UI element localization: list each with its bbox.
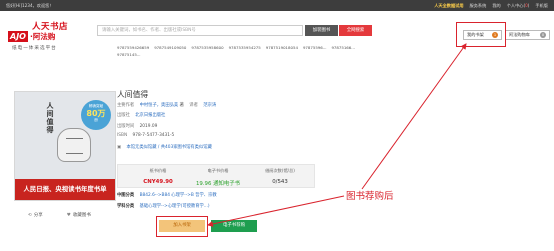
isbn-value: 978-7-5477-3431-5 [132,133,175,138]
share-button[interactable]: ⟲ 分享 [28,212,43,218]
cover-title: 人间值得 [46,102,54,134]
subject-value[interactable]: 基础心理学-->心理学(可授教育学...) [140,204,210,209]
annotation-highlight-add [156,216,208,237]
ebook-recommend-button[interactable]: 电子书荐购 [211,220,257,232]
publisher-link[interactable]: 北京日报出版社 [135,113,165,118]
author-row: 主要作者 中村恒子，奥田弘美 著 译者 范宗涛 [117,103,217,108]
holdings-row[interactable]: ▣ 本馆无类似馆藏 / 共403家图书馆有类似馆藏 [117,144,212,150]
logo-brand: AJO ·阿法购 [8,31,55,42]
trial-link[interactable]: 人天全数据试用 [434,0,463,11]
isbn-history-list: 9787559426659 9787549109050 9787535958600 9… [117,45,383,58]
cover-illustration [57,128,91,162]
mobile-link[interactable]: 手机版 [535,0,548,11]
search-box [97,25,303,36]
classification-row: 中图分类 B842.6-->B84 心理学-->B 哲学、宗教 [117,192,217,198]
pubdate-row: 出版时间 2019.09 [117,123,157,129]
isbn-row: ISBN 978-7-5477-3431-5 [117,133,174,138]
book-cover[interactable]: 人间值得 畅销突破 80万 册 人民日报、央视读书年度书单 [14,91,116,201]
my-menu[interactable]: 我的 [492,0,500,11]
cover-sales-sticker: 畅销突破 80万 册 [81,100,111,130]
system-link[interactable]: 服务系统 [470,0,487,11]
ajo-cart-label: 阿法购物车 [509,32,530,37]
pubdate-value: 2019.09 [139,124,158,129]
share-icon: ⟲ [28,213,32,218]
isbn-history-item[interactable]: 97875596... [303,45,327,52]
annotation-highlight-shelf [456,22,506,47]
cover-sticker-top: 畅销突破 [88,104,104,108]
isbn-history-item[interactable]: 97875145... [117,52,141,59]
top-bar-links: 人天全数据试用 服务系统 我的 个人中心(0) 手机版 [434,0,548,11]
ajo-cart-count-badge: 0 [540,32,546,38]
isbn-history-item[interactable]: 9787535954275 [229,45,261,52]
logo-brand-cn: ·阿法购 [29,32,56,41]
translator-label: 译者 [189,103,198,108]
cover-actions: ⟲ 分享 ♥ 收藏图书 [28,212,91,218]
logo-slogan: 纸电一体采选平台 [12,46,57,51]
cover-banner: 人民日报、央视读书年度书单 [15,179,115,200]
author-label: 主要作者 [117,103,135,108]
top-bar: 您好[Hi]1234，欢迎您！ 人天全数据试用 服务系统 我的 个人中心(0) … [0,0,554,11]
ajo-cart-button[interactable]: 阿法购物车 0 [505,30,550,40]
subject-row: 学科分类 基础心理学-->心理学(可授教育学...) [117,203,210,209]
borrow-count: 借阅次数(馆/总) 0/543 [265,168,295,185]
holdings-icon: ▣ [117,145,122,150]
annotation-label: 图书荐购后 [346,191,394,202]
classification-label: 中图分类 [117,193,135,198]
isbn-history-item[interactable]: 9787519018054 [266,45,298,52]
subject-label: 学科分类 [117,204,135,209]
search-input[interactable] [98,26,302,35]
logo-brand-latin: AJO [8,31,28,42]
isbn-label: ISBN [117,133,128,138]
site-logo[interactable]: 人天书店 AJO ·阿法购 纸电一体采选平台 [8,16,90,56]
welcome-text: 您好[Hi]1234，欢迎您！ [6,3,54,8]
library-search-button[interactable]: 加装图书 [305,25,338,36]
isbn-history-item[interactable]: 97875166... [331,45,355,52]
cover-sticker-bottom: 册 [94,118,98,122]
favorite-button[interactable]: ♥ 收藏图书 [67,212,91,218]
cart-count: 0 [525,3,528,8]
arrow-to-shelf [361,43,467,190]
publisher-row: 出版社 北京日报出版社 [117,112,165,118]
paper-price: 纸书价格 CNY49.90 [143,168,173,185]
publisher-label: 出版社 [117,113,130,118]
isbn-history-item[interactable]: 9787535958600 [191,45,223,52]
network-search-button[interactable]: 全网搜索 [339,25,372,36]
personal-center-link[interactable]: 个人中心(0) [507,0,530,11]
book-title: 人间值得 [117,90,149,99]
isbn-history-item[interactable]: 9787549109050 [154,45,186,52]
cover-sticker-value: 80万 [86,109,106,118]
heart-icon: ♥ [66,213,71,218]
price-box: 纸书价格 CNY49.90 电子书价格 19.96 通知电子书 借阅次数(馆/总… [117,164,315,188]
pubdate-label: 出版时间 [117,124,135,129]
holdings-note: 本馆无类似馆藏 / 共403家图书馆有类似馆藏 [126,145,212,150]
classification-value[interactable]: B842.6-->B84 心理学-->B 哲学、宗教 [140,193,217,198]
author-link[interactable]: 中村恒子，奥田弘美 [140,103,179,108]
translator-link[interactable]: 范宗涛 [203,103,216,108]
ebook-price[interactable]: 电子书价格 19.96 通知电子书 [193,168,243,187]
